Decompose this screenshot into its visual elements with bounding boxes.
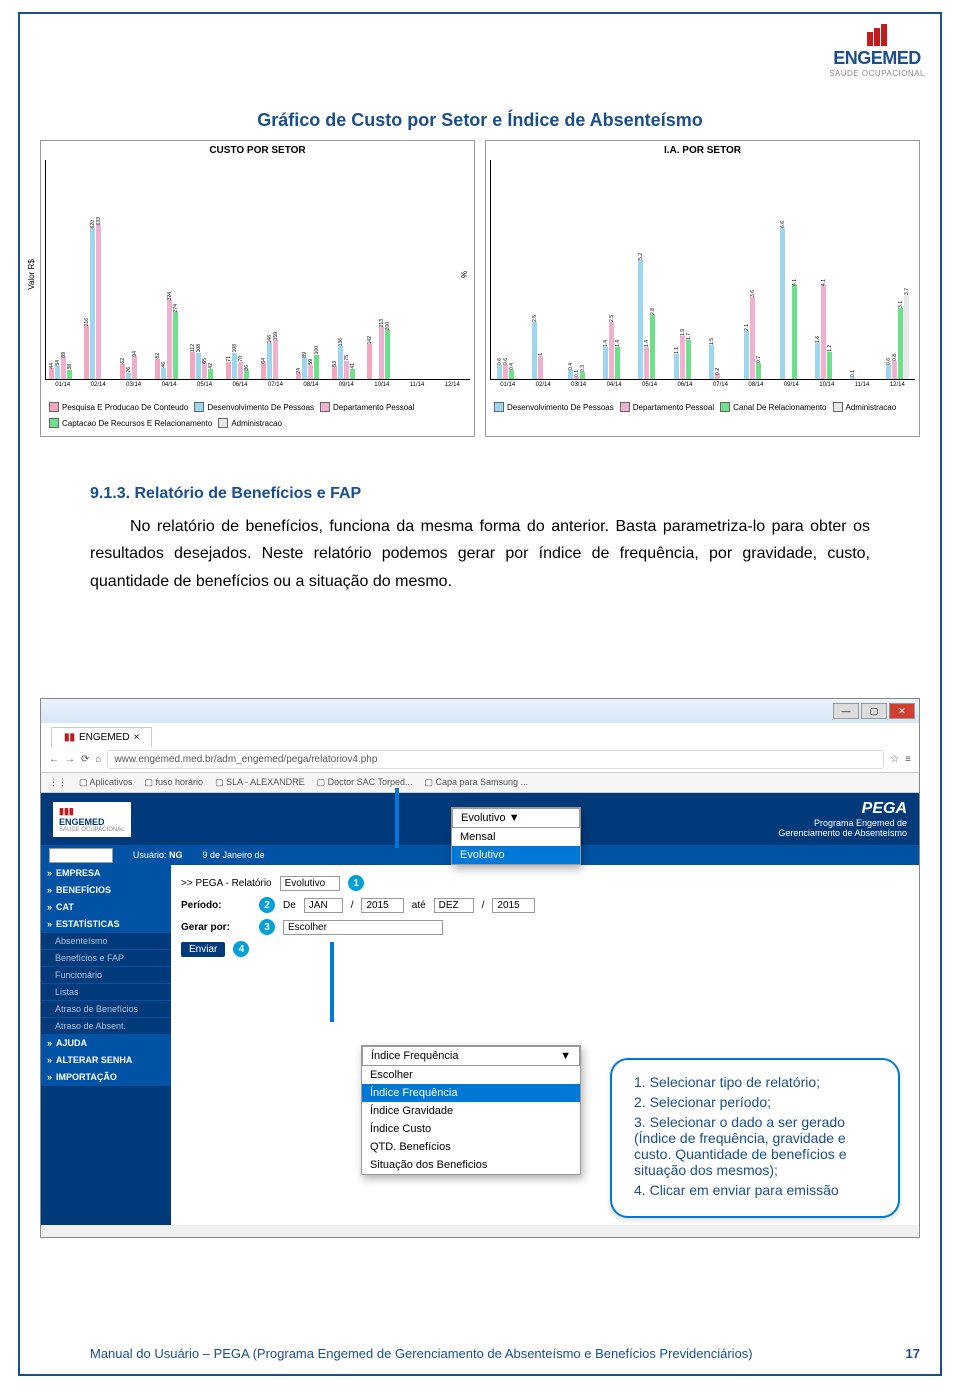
- callout-marker-1: 1: [348, 875, 364, 891]
- body-text: 9.1.3. Relatório de Benefícios e FAP No …: [90, 480, 870, 595]
- bookmark-item[interactable]: ▢ SLA - ALEXANDRE: [215, 777, 305, 788]
- enviar-button[interactable]: Enviar: [181, 942, 225, 957]
- page-footer: Manual do Usuário – PEGA (Programa Engem…: [90, 1346, 920, 1361]
- bookmark-item[interactable]: ▢ fuso horário: [145, 777, 204, 788]
- sidebar-item[interactable]: Atraso de Benefícios: [41, 1001, 171, 1018]
- window-controls: — ▢ ✕: [41, 699, 919, 723]
- address-bar[interactable]: www.engemed.med.br/adm_engemed/pega/rela…: [107, 750, 884, 769]
- select-mes-ate[interactable]: DEZ: [434, 898, 474, 913]
- app-title: PEGA Programa Engemed de Gerenciamento d…: [778, 800, 907, 838]
- sidebar: EMPRESABENEFÍCIOSCATESTATÍSTICASAbsenteí…: [41, 865, 171, 1225]
- bookmark-item[interactable]: ▢ Capa para Samsung ...: [425, 777, 529, 788]
- callout-marker-3: 3: [259, 919, 275, 935]
- sidebar-item[interactable]: Benefícios e FAP: [41, 950, 171, 967]
- callout-marker-4: 4: [233, 941, 249, 957]
- select-tipo-relatorio[interactable]: Evolutivo: [280, 876, 341, 891]
- bookmark-item[interactable]: ▢ Aplicativos: [79, 777, 133, 788]
- sidebar-item[interactable]: Absenteísmo: [41, 933, 171, 950]
- browser-tab[interactable]: ▮▮ENGEMED×: [51, 727, 152, 747]
- back-icon[interactable]: ←: [49, 754, 59, 765]
- minimize-button[interactable]: —: [833, 703, 859, 719]
- sidebar-item[interactable]: BENEFÍCIOS: [41, 882, 171, 899]
- select-user[interactable]: Selecione: [49, 848, 113, 863]
- section-title: Gráfico de Custo por Setor e Índice de A…: [0, 110, 960, 131]
- sidebar-item[interactable]: AJUDA: [41, 1035, 171, 1052]
- home-icon[interactable]: ⌂: [95, 754, 101, 765]
- popup-gerar-por: Índice Frequência▼ Escolher Índice Frequ…: [361, 1045, 581, 1175]
- sidebar-item[interactable]: ALTERAR SENHA: [41, 1052, 171, 1069]
- reload-icon[interactable]: ⟳: [81, 754, 89, 765]
- forward-icon[interactable]: →: [65, 754, 75, 765]
- select-ano-de[interactable]: 2015: [361, 898, 403, 913]
- app-logo: ▮▮▮ ENGEMED SAÚDE OCUPACIONAL: [53, 802, 131, 837]
- sidebar-item[interactable]: Listas: [41, 984, 171, 1001]
- sidebar-item[interactable]: ESTATÍSTICAS: [41, 916, 171, 933]
- logo: ENGEMED SAÚDE OCUPACIONAL: [829, 22, 925, 78]
- select-mes-de[interactable]: JAN: [304, 898, 343, 913]
- select-gerar-por[interactable]: Escolher: [283, 920, 443, 935]
- callout-instructions: Selecionar tipo de relatório;Selecionar …: [610, 1058, 900, 1218]
- sidebar-item[interactable]: Funcionário: [41, 967, 171, 984]
- sidebar-item[interactable]: IMPORTAÇÃO: [41, 1069, 171, 1086]
- bookmark-item[interactable]: ▢ Doctor SAC Torped...: [317, 777, 413, 788]
- charts-row: CUSTO POR SETOR Valor R$4454893821662063…: [40, 140, 920, 437]
- close-button[interactable]: ✕: [889, 703, 915, 719]
- sidebar-item[interactable]: Atraso de Absent.: [41, 1018, 171, 1035]
- popup-tipo-relatorio: Evolutivo ▼ Mensal Evolutivo: [451, 807, 581, 865]
- sidebar-item[interactable]: CAT: [41, 899, 171, 916]
- chart-ia: I.A. POR SETOR %0.60.60.42.510.40.10.31.…: [485, 140, 920, 437]
- callout-marker-2: 2: [259, 897, 275, 913]
- select-ano-ate[interactable]: 2015: [492, 898, 534, 913]
- sidebar-item[interactable]: EMPRESA: [41, 865, 171, 882]
- chart-custo: CUSTO POR SETOR Valor R$4454893821662063…: [40, 140, 475, 437]
- maximize-button[interactable]: ▢: [861, 703, 887, 719]
